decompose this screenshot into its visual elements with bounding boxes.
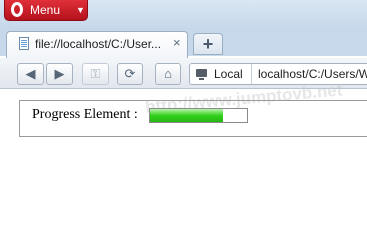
reload-button[interactable]: ⟳ (117, 63, 143, 85)
menu-label: Menu (30, 3, 61, 17)
progress-fill (150, 109, 223, 122)
arrow-right-icon: ▶ (54, 66, 65, 81)
progress-bar (149, 108, 248, 123)
back-button[interactable]: ◀ (17, 63, 44, 85)
key-icon: ⚿ (90, 66, 101, 81)
new-tab-button[interactable]: + (193, 33, 223, 55)
tab-title: file://localhost/C:/User... (35, 37, 162, 51)
address-scope-label: Local (214, 67, 243, 81)
close-tab-icon[interactable]: × (173, 35, 181, 50)
home-icon: ⌂ (164, 66, 172, 81)
opera-logo-icon (11, 2, 23, 17)
reload-icon: ⟳ (124, 66, 136, 81)
page-content: http://www.jumptovb.net Progress Element… (0, 80, 367, 223)
chevron-down-icon: ▼ (76, 5, 85, 15)
wand-button[interactable]: ⚿ (82, 63, 109, 85)
address-separator (251, 64, 252, 84)
progress-label: Progress Element : (32, 107, 138, 122)
address-url[interactable]: localhost/C:/Users/W (258, 67, 367, 81)
opera-menu-button[interactable]: Menu ▼ (4, 0, 88, 21)
browser-tab[interactable]: file://localhost/C:/User... × (6, 31, 188, 58)
home-button[interactable]: ⌂ (155, 63, 181, 85)
computer-icon (196, 69, 207, 80)
document-icon (19, 37, 29, 50)
forward-button[interactable]: ▶ (46, 63, 73, 85)
arrow-left-icon: ◀ (25, 66, 36, 81)
